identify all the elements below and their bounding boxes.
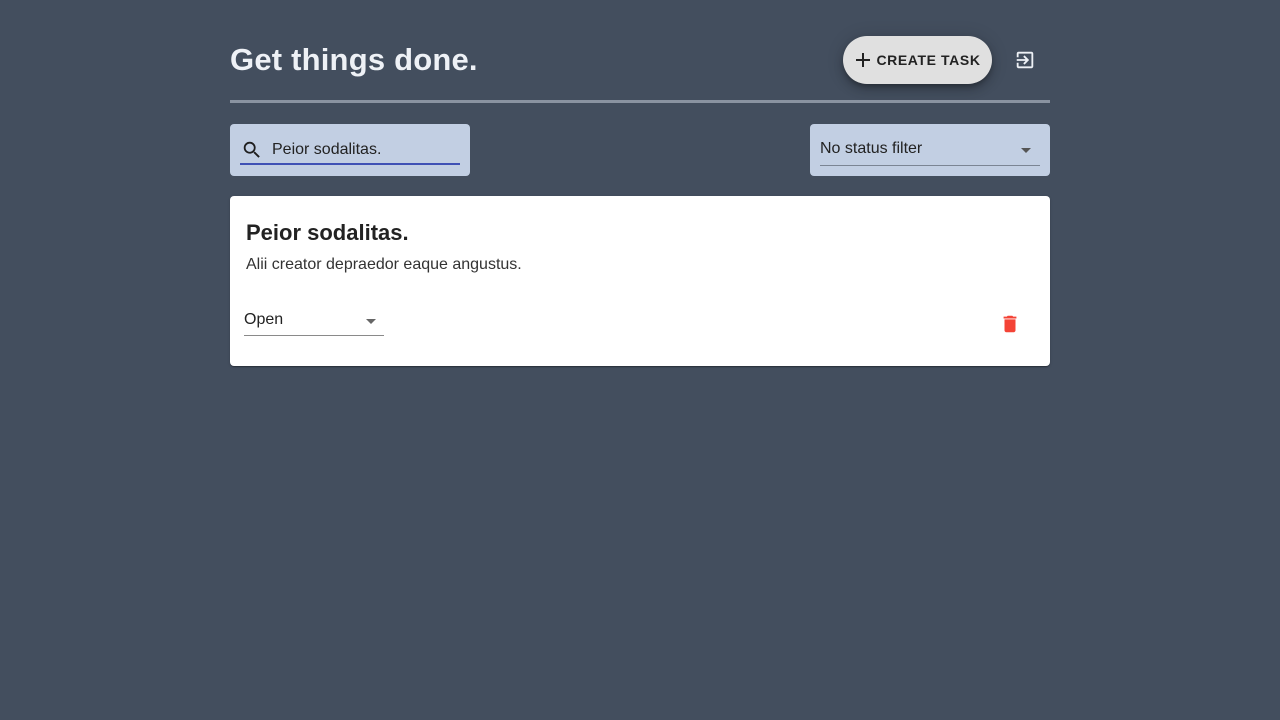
header-divider <box>230 100 1050 103</box>
search-focus-underline <box>240 163 460 165</box>
task-title: Peior sodalitas. <box>246 220 409 245</box>
create-task-label: CREATE TASK <box>876 52 981 68</box>
create-task-button[interactable]: CREATE TASK <box>843 36 992 84</box>
status-filter-underline <box>820 165 1040 166</box>
task-card: Peior sodalitas. Alii creator depraedor … <box>230 196 1050 366</box>
chevron-down-icon <box>1021 148 1031 153</box>
header: Get things done. CREATE TASK <box>230 0 1050 103</box>
plus-icon <box>854 51 872 69</box>
logout-icon[interactable] <box>1011 46 1039 74</box>
toolbar: No status filter <box>230 124 1050 176</box>
app-container: Get things done. CREATE TASK Peior sodal… <box>230 0 1050 366</box>
task-status-value: Open <box>244 311 284 328</box>
status-filter-value: No status filter <box>820 140 923 157</box>
status-filter-select[interactable]: No status filter <box>810 124 1050 176</box>
search-input[interactable] <box>272 138 458 162</box>
page-title: Get things done. <box>230 42 478 77</box>
delete-task-button[interactable] <box>996 312 1024 340</box>
task-status-underline <box>244 335 384 336</box>
task-description: Alii creator depraedor eaque angustus. <box>246 256 522 273</box>
search-icon <box>241 139 263 161</box>
task-status-select[interactable]: Open <box>244 308 384 336</box>
search-field[interactable] <box>230 124 470 176</box>
trash-icon <box>999 313 1021 340</box>
chevron-down-icon <box>366 319 376 324</box>
